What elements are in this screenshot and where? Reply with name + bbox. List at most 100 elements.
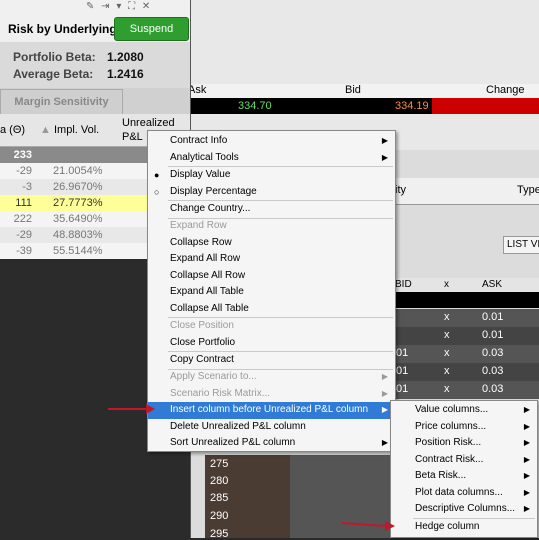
sort-arrow-icon: ▲ [40, 124, 51, 136]
submenu-arrow-icon: ▶ [523, 421, 530, 431]
chain-x-header: x [444, 279, 449, 290]
submenu-arrow-icon: ▶ [523, 405, 530, 414]
chain-x: x [444, 329, 450, 341]
strike-price: 285 [210, 492, 229, 504]
suspend-button[interactable]: Suspend [114, 17, 189, 41]
chain-ask-header: ASK [482, 279, 503, 290]
menu-item-expand-all-table[interactable]: Expand All Table [148, 284, 395, 301]
menu-item-close-position: Close Position [170, 320, 234, 331]
submenu-arrow-icon: ▶ [381, 388, 388, 398]
panel-title: Risk by Underlying [8, 22, 117, 36]
impl-vol-cell: 35.6490% [53, 213, 103, 225]
theta-cell: -29 [16, 165, 32, 177]
bid-value: 334.19 [395, 100, 429, 112]
unrealized-column-header[interactable]: Unrealized [122, 117, 175, 129]
impl-vol-cell: 55.5144% [53, 245, 103, 257]
average-beta-value: 1.2416 [107, 67, 144, 81]
theta-cell: -3 [22, 181, 32, 193]
theta-cell: 222 [13, 213, 32, 225]
menu-item-scenario-risk-matrix: Scenario Risk Matrix... ▶ [148, 386, 395, 403]
impl-vol-cell: 21.0054% [53, 165, 103, 177]
chain-ask: 0.01 [482, 311, 504, 323]
strike-price: 290 [210, 510, 229, 522]
strike-price: 275 [210, 458, 229, 470]
chain-row[interactable]: x 0.01 [390, 327, 539, 345]
window-controls-icon[interactable]: ✎ ⇥ ▾ ⛶ ✕ [86, 1, 152, 12]
menu-item-collapse-row[interactable]: Collapse Row [148, 235, 395, 252]
option-chain-header: BID x ASK [390, 278, 539, 292]
chain-ask: 0.03 [482, 383, 504, 395]
strike-price: 295 [210, 528, 229, 540]
menu-item-analytical-tools[interactable]: Analytical Tools ▶ [148, 150, 395, 167]
submenu-arrow-icon: ▶ [381, 405, 388, 414]
annotation-arrow-icon [108, 404, 155, 414]
submenu-arrow-icon: ▶ [381, 136, 388, 145]
ity-header: ity [395, 184, 406, 196]
theta-cell: -39 [16, 245, 32, 257]
portfolio-beta-label: Portfolio Beta: [13, 50, 96, 64]
annotation-arrow-icon [341, 521, 395, 531]
change-indicator [432, 98, 539, 114]
submenu-item-position-risk[interactable]: Position Risk... ▶ [391, 435, 537, 452]
menu-item-contract-info[interactable]: Contract Info ▶ [148, 133, 395, 150]
theta-cell: 233 [13, 149, 32, 161]
submenu-item-hedge-column[interactable]: Hedge column [391, 519, 537, 536]
submenu-arrow-icon: ▶ [381, 438, 388, 447]
menu-item-sort-column[interactable]: Sort Unrealized P&L column ▶ [148, 435, 395, 452]
change-header: Change [486, 84, 525, 96]
unrealized-column-header-line2: P&L [122, 131, 143, 143]
list-view-button[interactable]: LIST VI [503, 236, 539, 254]
submenu-arrow-icon: ▶ [381, 152, 388, 162]
submenu-item-descriptive-columns[interactable]: Descriptive Columns... ▶ [391, 501, 537, 518]
menu-item-close-portfolio[interactable]: Close Portfolio [148, 335, 395, 352]
menu-item-insert-column[interactable]: Insert column before Unrealized P&L colu… [148, 402, 395, 419]
menu-item-copy-contract[interactable]: Copy Contract [148, 352, 395, 369]
chain-row[interactable]: .01 x 0.03 [390, 363, 539, 381]
bid-header: Bid [345, 84, 361, 96]
strike-price: 280 [210, 475, 229, 487]
menu-item-collapse-all-row[interactable]: Collapse All Row [148, 268, 395, 285]
submenu-item-value-columns[interactable]: Value columns... ▶ [391, 402, 537, 419]
context-menu: Contract Info ▶ Analytical Tools ▶ ● Displa… [147, 130, 396, 452]
submenu-item-plot-data-columns[interactable]: Plot data columns... ▶ [391, 485, 537, 502]
chain-row[interactable]: .01 x 0.03 [390, 345, 539, 363]
theta-cell: -29 [16, 229, 32, 241]
chain-x: x [444, 365, 450, 377]
chain-x: x [444, 347, 450, 359]
impl-vol-cell: 48.8803% [53, 229, 103, 241]
average-beta-label: Average Beta: [13, 67, 94, 81]
menu-item-collapse-all-table[interactable]: Collapse All Table [148, 301, 395, 318]
chain-x: x [444, 383, 450, 395]
radio-selected-icon: ● [154, 170, 160, 180]
chain-ask: 0.03 [482, 365, 504, 377]
chain-row[interactable]: .01 x 0.03 [390, 381, 539, 399]
chain-divider [390, 292, 539, 308]
submenu-item-price-columns[interactable]: Price columns... ▶ [391, 419, 537, 436]
menu-item-expand-all-row[interactable]: Expand All Row [148, 251, 395, 268]
menu-item-delete-column[interactable]: Delete Unrealized P&L column [148, 419, 395, 436]
portfolio-beta-value: 1.2080 [107, 50, 144, 64]
menu-item-change-country[interactable]: Change Country... [148, 201, 395, 218]
type-header: Type [517, 184, 539, 196]
menu-item-display-percentage[interactable]: ○ Display Percentage [148, 184, 395, 201]
chain-ask: 0.01 [482, 329, 504, 341]
chain-row[interactable]: x 0.01 [390, 309, 539, 327]
menu-item-expand-row: Expand Row [170, 220, 227, 231]
menu-item-display-value[interactable]: ● Display Value [148, 167, 395, 184]
beta-summary: Portfolio Beta: 1.2080 Average Beta: 1.2… [0, 42, 190, 88]
theta-column-header[interactable]: a (Θ) [0, 124, 25, 136]
menu-item-apply-scenario: Apply Scenario to... ▶ [148, 369, 395, 386]
tab-margin-sensitivity[interactable]: Margin Sensitivity [0, 89, 123, 114]
secondary-panel-header: ity Type [395, 178, 539, 205]
ask-value: 334.70 [238, 100, 272, 112]
submenu-arrow-icon: ▶ [523, 471, 530, 480]
quote-header: Ask Bid Change [188, 84, 539, 98]
impl-vol-column-header[interactable]: Impl. Vol. [54, 124, 99, 136]
chain-ask: 0.03 [482, 347, 504, 359]
submenu-item-beta-risk[interactable]: Beta Risk... ▶ [391, 468, 537, 485]
submenu-item-contract-risk[interactable]: Contract Risk... ▶ [391, 452, 537, 469]
submenu-arrow-icon: ▶ [523, 487, 530, 497]
submenu-arrow-icon: ▶ [381, 372, 388, 381]
chain-bid-header: BID [395, 279, 412, 290]
insert-column-submenu: Value columns... ▶ Price columns... ▶ Posi… [390, 400, 538, 538]
